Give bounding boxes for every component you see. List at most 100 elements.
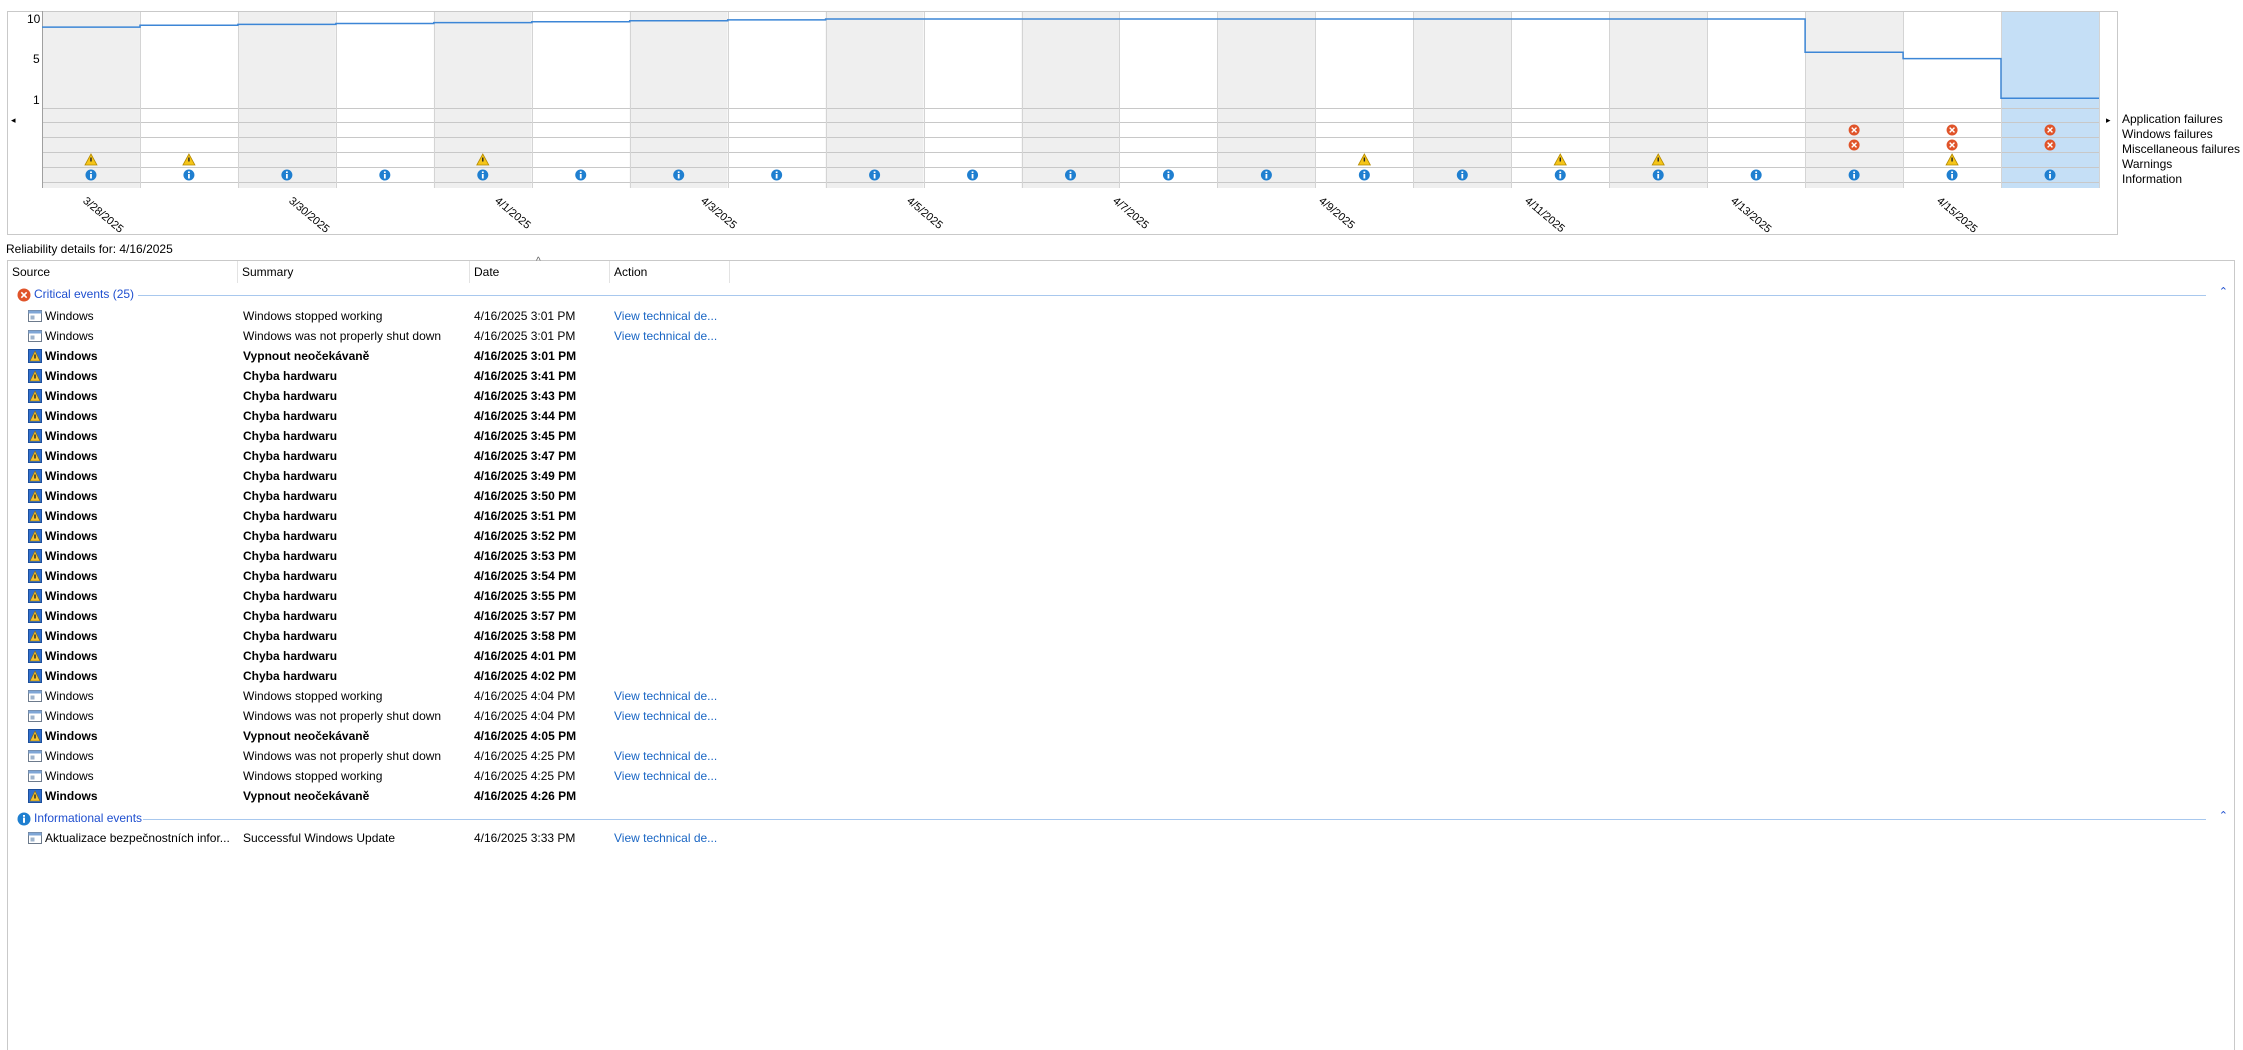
event-row[interactable]: Windows Chyba hardwaru 4/16/2025 3:51 PM bbox=[8, 506, 768, 526]
event-row[interactable]: Windows Windows was not properly shut dow… bbox=[8, 706, 768, 726]
application-window-icon bbox=[28, 770, 42, 782]
view-technical-details-link[interactable]: View technical de... bbox=[614, 828, 717, 848]
warning-icon-mark bbox=[1951, 157, 1953, 162]
event-row[interactable]: Windows Chyba hardwaru 4/16/2025 3:43 PM bbox=[8, 386, 768, 406]
event-summary: Chyba hardwaru bbox=[243, 409, 338, 423]
event-row[interactable]: Windows Vypnout neočekávaně 4/16/2025 3:01… bbox=[8, 346, 768, 366]
group-divider bbox=[138, 295, 2206, 296]
scroll-right-arrow-icon[interactable]: ▸ bbox=[2106, 115, 2111, 126]
information-icon-mark bbox=[1265, 174, 1268, 179]
day-column[interactable] bbox=[335, 11, 434, 188]
column-summary[interactable]: Summary bbox=[238, 261, 470, 283]
day-column[interactable] bbox=[629, 11, 728, 188]
information-icon-mark bbox=[1657, 174, 1660, 179]
shield-icon bbox=[28, 409, 42, 423]
event-summary: Chyba hardwaru bbox=[243, 429, 338, 443]
information-icon-mark bbox=[1755, 174, 1758, 179]
view-technical-details-link[interactable]: View technical de... bbox=[614, 766, 717, 786]
column-action[interactable]: Action bbox=[610, 261, 730, 283]
event-summary: Chyba hardwaru bbox=[243, 489, 338, 503]
event-row[interactable]: Windows Windows was not properly shut dow… bbox=[8, 326, 768, 346]
view-technical-details-link[interactable]: View technical de... bbox=[614, 706, 717, 726]
event-row[interactable]: Windows Chyba hardwaru 4/16/2025 3:47 PM bbox=[8, 446, 768, 466]
collapse-critical-icon[interactable]: ⌃ bbox=[2219, 285, 2228, 298]
event-source: Aktualizace bezpečnostních infor... bbox=[45, 831, 230, 845]
event-row[interactable]: Windows Chyba hardwaru 4/16/2025 3:53 PM bbox=[8, 546, 768, 566]
event-row[interactable]: Windows Vypnout neočekávaně 4/16/2025 4:05… bbox=[8, 726, 768, 746]
event-row[interactable]: Windows Chyba hardwaru 4/16/2025 3:57 PM bbox=[8, 606, 768, 626]
group-title-critical: Critical events (25) bbox=[34, 287, 138, 301]
event-row[interactable]: Windows Vypnout neočekávaně 4/16/2025 4:26… bbox=[8, 786, 768, 806]
information-icon-mark bbox=[579, 174, 582, 179]
event-source: Windows bbox=[45, 569, 98, 583]
event-row[interactable]: Windows Chyba hardwaru 4/16/2025 3:41 PM bbox=[8, 366, 768, 386]
shield-icon bbox=[28, 489, 42, 503]
collapse-informational-icon[interactable]: ⌃ bbox=[2219, 809, 2228, 822]
group-informational-events[interactable]: Informational events ⌃ bbox=[8, 809, 2234, 829]
day-column[interactable] bbox=[2001, 11, 2099, 188]
information-icon-dot bbox=[188, 171, 190, 173]
column-header: Source Summary Date Action ^ bbox=[8, 256, 2234, 283]
day-column[interactable] bbox=[825, 11, 924, 188]
day-column[interactable] bbox=[1805, 11, 1904, 188]
day-column[interactable] bbox=[1413, 11, 1512, 188]
event-source: Windows bbox=[45, 629, 98, 643]
information-icon-mark bbox=[188, 174, 190, 179]
event-source: Windows bbox=[45, 309, 94, 323]
event-row[interactable]: Windows Chyba hardwaru 4/16/2025 3:58 PM bbox=[8, 626, 768, 646]
event-row[interactable]: Windows Chyba hardwaru 4/16/2025 3:44 PM bbox=[8, 406, 768, 426]
information-icon-dot bbox=[1853, 171, 1856, 173]
event-row[interactable]: Aktualizace bezpečnostních infor... Succe… bbox=[8, 828, 768, 848]
event-row[interactable]: Windows Chyba hardwaru 4/16/2025 3:52 PM bbox=[8, 526, 768, 546]
event-row[interactable]: Windows Chyba hardwaru 4/16/2025 4:02 PM bbox=[8, 666, 768, 686]
event-row[interactable]: Windows Windows was not properly shut dow… bbox=[8, 746, 768, 766]
event-source: Windows bbox=[45, 749, 94, 763]
view-technical-details-link[interactable]: View technical de... bbox=[614, 306, 717, 326]
day-column[interactable] bbox=[1217, 11, 1316, 188]
view-technical-details-link[interactable]: View technical de... bbox=[614, 326, 717, 346]
view-technical-details-link[interactable]: View technical de... bbox=[614, 746, 717, 766]
event-row[interactable]: Windows Chyba hardwaru 4/16/2025 3:49 PM bbox=[8, 466, 768, 486]
event-source: Windows bbox=[45, 469, 98, 483]
event-date: 4/16/2025 3:55 PM bbox=[474, 589, 577, 603]
information-icon-dot bbox=[775, 171, 778, 173]
event-summary: Chyba hardwaru bbox=[243, 509, 338, 523]
event-summary: Chyba hardwaru bbox=[243, 449, 338, 463]
day-column[interactable] bbox=[1707, 11, 1806, 188]
day-column[interactable] bbox=[531, 11, 630, 188]
day-column[interactable] bbox=[237, 11, 336, 188]
row-label-miscellaneous-failures: Miscellaneous failures bbox=[2122, 142, 2241, 156]
day-column[interactable] bbox=[1119, 11, 1218, 188]
event-row[interactable]: Windows Chyba hardwaru 4/16/2025 3:55 PM bbox=[8, 586, 768, 606]
day-column[interactable] bbox=[1021, 11, 1120, 188]
information-icon-dot bbox=[1461, 171, 1464, 173]
event-source: Windows bbox=[45, 529, 98, 543]
day-column[interactable] bbox=[727, 11, 826, 188]
event-row[interactable]: Windows Chyba hardwaru 4/16/2025 3:50 PM bbox=[8, 486, 768, 506]
information-icon-mark bbox=[383, 174, 386, 179]
scroll-left-arrow-icon[interactable]: ◂ bbox=[11, 115, 16, 126]
information-icon-mark bbox=[1363, 174, 1366, 179]
event-row[interactable]: Windows Chyba hardwaru 4/16/2025 4:01 PM bbox=[8, 646, 768, 666]
shield-icon bbox=[28, 569, 42, 583]
day-column[interactable] bbox=[923, 11, 1022, 188]
group-critical-events[interactable]: Critical events (25) ⌃ bbox=[8, 285, 2234, 305]
event-date: 4/16/2025 4:04 PM bbox=[474, 709, 576, 723]
event-summary: Windows was not properly shut down bbox=[243, 329, 442, 343]
warning-icon-mark bbox=[90, 157, 92, 162]
column-source[interactable]: Source bbox=[8, 261, 238, 283]
event-date: 4/16/2025 3:01 PM bbox=[474, 349, 577, 363]
event-summary: Chyba hardwaru bbox=[243, 629, 338, 643]
event-row[interactable]: Windows Chyba hardwaru 4/16/2025 3:54 PM bbox=[8, 566, 768, 586]
event-row[interactable]: Windows Windows stopped working 4/16/2025 … bbox=[8, 686, 768, 706]
event-date: 4/16/2025 4:25 PM bbox=[474, 769, 576, 783]
shield-icon bbox=[28, 589, 42, 603]
event-source: Windows bbox=[45, 389, 98, 403]
event-date: 4/16/2025 4:01 PM bbox=[474, 649, 577, 663]
event-summary: Vypnout neočekávaně bbox=[243, 349, 370, 363]
event-row[interactable]: Windows Windows stopped working 4/16/2025 … bbox=[8, 306, 768, 326]
event-date: 4/16/2025 3:01 PM bbox=[474, 309, 576, 323]
event-row[interactable]: Windows Windows stopped working 4/16/2025 … bbox=[8, 766, 768, 786]
view-technical-details-link[interactable]: View technical de... bbox=[614, 686, 717, 706]
event-row[interactable]: Windows Chyba hardwaru 4/16/2025 3:45 PM bbox=[8, 426, 768, 446]
